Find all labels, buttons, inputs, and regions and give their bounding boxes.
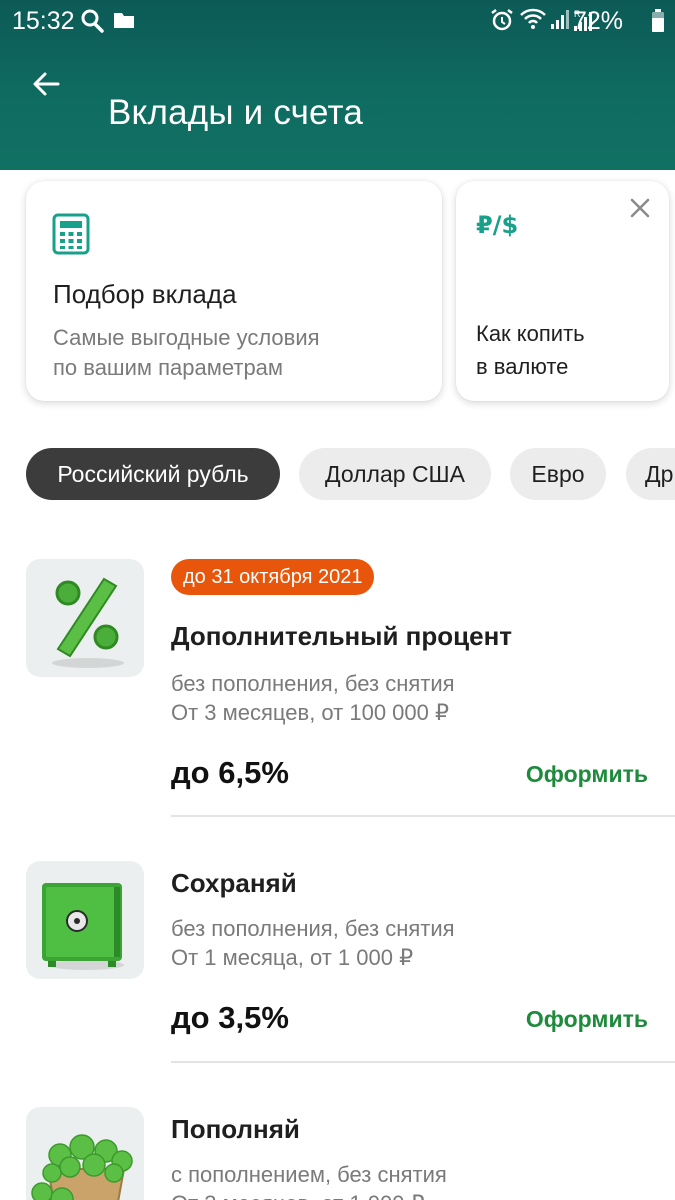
list-item[interactable]: Пополняй с пополнением, без снятия От 3 … xyxy=(0,1107,675,1200)
deposit-title: Пополняй xyxy=(171,1114,300,1144)
deposit-description: с пополнением, без снятия От 3 месяцев, … xyxy=(171,1160,447,1200)
status-time: 15:32 xyxy=(12,7,75,35)
deposit-conditions: От 3 месяцев, от 1 000 ₽ xyxy=(171,1189,447,1200)
promo-badge: до 31 октября 2021 xyxy=(171,559,375,595)
chip-usd[interactable]: Доллар США xyxy=(299,448,491,500)
search-icon xyxy=(80,8,104,39)
card-subtitle-line: по вашим параметрам xyxy=(53,355,284,380)
deposit-conditions: От 3 месяцев, от 100 000 ₽ xyxy=(171,700,449,725)
ruble-dollar-icon: ₽/$ xyxy=(476,211,522,256)
card-title: Подбор вклада xyxy=(53,279,237,309)
chip-rub[interactable]: Российский рубль xyxy=(26,448,280,500)
close-button[interactable] xyxy=(627,195,653,221)
battery-percent: 72% xyxy=(572,7,623,35)
deposit-conditions: От 1 месяца, от 1 000 ₽ xyxy=(171,945,414,970)
card-text-line: в валюте xyxy=(476,354,569,379)
wifi-icon xyxy=(520,8,546,35)
svg-text:₽/$: ₽/$ xyxy=(476,211,518,239)
arrow-left-icon xyxy=(33,72,60,96)
apply-button[interactable]: Оформить xyxy=(526,1006,648,1033)
safe-icon xyxy=(26,861,144,979)
signal-icon xyxy=(550,8,570,35)
status-bar: 15:32 R 72% xyxy=(0,0,675,42)
list-item[interactable]: до 31 октября 2021 Дополнительный процен… xyxy=(0,559,675,819)
close-icon xyxy=(630,198,650,218)
card-subtitle-line: Самые выгодные условия xyxy=(53,325,320,350)
deposit-rate: до 3,5% xyxy=(171,1000,289,1035)
card-subtitle: Самые выгодные условия по вашим параметр… xyxy=(53,323,320,383)
deposit-terms: без пополнения, без снятия xyxy=(171,916,455,941)
deposit-title: Дополнительный процент xyxy=(171,621,513,651)
folder-icon xyxy=(113,11,135,34)
divider xyxy=(171,815,675,817)
deposit-rate: до 6,5% xyxy=(171,755,289,790)
currency-chips: Российский рубль Доллар США Евро Др xyxy=(26,448,675,500)
apply-button[interactable]: Оформить xyxy=(526,761,648,788)
deposit-description: без пополнения, без снятия От 1 месяца, … xyxy=(171,914,455,972)
chip-other[interactable]: Др xyxy=(626,448,675,500)
battery-icon xyxy=(651,9,665,38)
apples-basket-icon xyxy=(26,1107,144,1200)
deposit-picker-card[interactable]: Подбор вклада Самые выгодные условия по … xyxy=(26,181,442,401)
percent-icon xyxy=(26,559,144,677)
deposit-title: Сохраняй xyxy=(171,868,297,898)
list-item[interactable]: Сохраняй без пополнения, без снятия От 1… xyxy=(0,861,675,1066)
calculator-icon xyxy=(52,213,90,260)
back-button[interactable] xyxy=(26,64,66,104)
card-text-line: Как копить xyxy=(476,321,585,346)
card-text: Как копить в валюте xyxy=(476,317,585,383)
alarm-icon xyxy=(490,8,514,37)
deposit-terms: с пополнением, без снятия xyxy=(171,1162,447,1187)
currency-savings-card[interactable]: ₽/$ Как копить в валюте xyxy=(456,181,669,401)
chip-eur[interactable]: Евро xyxy=(510,448,606,500)
app-header: 15:32 R 72% Вклады и счета xyxy=(0,0,675,170)
deposit-terms: без пополнения, без снятия xyxy=(171,671,455,696)
page-title: Вклады и счета xyxy=(108,93,364,132)
deposit-description: без пополнения, без снятия От 3 месяцев,… xyxy=(171,669,455,727)
divider xyxy=(171,1061,675,1063)
